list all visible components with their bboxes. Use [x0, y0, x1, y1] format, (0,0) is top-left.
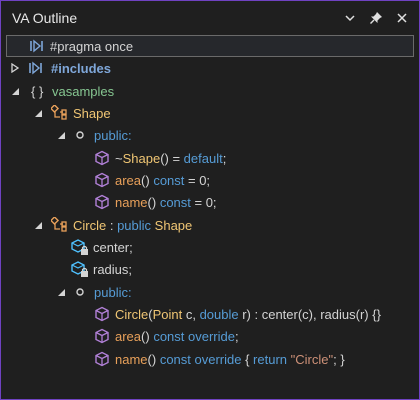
- tree-item-access-public[interactable]: public:: [1, 124, 419, 146]
- tree-item-method-name[interactable]: name() const = 0;: [1, 191, 419, 213]
- class-name: Circle: [73, 217, 107, 233]
- tree-item-method-area[interactable]: area() const override;: [1, 325, 419, 347]
- expand-arrow-icon[interactable]: [10, 63, 20, 73]
- class-icon: [51, 216, 69, 234]
- method-name: Circle: [115, 306, 149, 322]
- method-icon: [93, 327, 111, 345]
- pragma-text: #pragma once: [50, 38, 134, 54]
- keyword: const: [159, 194, 191, 210]
- method-name: area: [115, 172, 142, 188]
- keyword: const override: [159, 351, 242, 367]
- method-end: = 0;: [184, 172, 211, 188]
- includes-text: #includes: [51, 60, 111, 76]
- param-type: Point: [152, 306, 183, 322]
- preprocessor-icon: [29, 37, 47, 55]
- method-icon: [93, 149, 111, 167]
- class-name: Shape: [73, 105, 111, 121]
- inherit-sep: :: [106, 217, 118, 233]
- method-name: Shape: [122, 150, 161, 166]
- method-sig: (): [141, 172, 154, 188]
- method-end: ;: [222, 150, 227, 166]
- collapse-arrow-icon[interactable]: [56, 130, 66, 140]
- tree-item-field-radius[interactable]: radius;: [1, 258, 419, 280]
- keyword: default: [183, 150, 223, 166]
- collapse-arrow-icon[interactable]: [10, 86, 20, 96]
- access-specifier-icon: [71, 126, 89, 144]
- tree-item-method-name[interactable]: name() const override { return "Circle";…: [1, 348, 419, 370]
- method-sig: () =: [160, 150, 184, 166]
- tree-item-access-public[interactable]: public:: [1, 281, 419, 303]
- method-name: area: [115, 328, 142, 344]
- param-rest: r) : center(c), radius(r) {}: [238, 306, 381, 322]
- tree-item-pragma[interactable]: #pragma once: [6, 35, 414, 57]
- tree-item-class-circle[interactable]: Circle : public Shape: [1, 214, 419, 236]
- tree-item-method-constructor[interactable]: Circle(Point c, double r) : center(c), r…: [1, 303, 419, 325]
- close-button[interactable]: [391, 8, 413, 28]
- keyword: const: [153, 172, 185, 188]
- collapse-arrow-icon[interactable]: [33, 220, 43, 230]
- private-field-icon: [71, 238, 89, 256]
- tree-item-class-shape[interactable]: Shape: [1, 102, 419, 124]
- preprocessor-icon: [28, 59, 46, 77]
- tree-item-method-area[interactable]: area() const = 0;: [1, 169, 419, 191]
- va-outline-panel: VA Outline #pragma once #includes {} va…: [0, 0, 420, 400]
- access-label: public:: [94, 284, 132, 300]
- access-label: public:: [94, 127, 132, 143]
- namespace-icon: { }: [31, 83, 44, 99]
- keyword: return: [253, 351, 288, 367]
- method-icon: [93, 193, 111, 211]
- panel-title: VA Outline: [12, 10, 78, 26]
- collapse-arrow-icon[interactable]: [56, 287, 66, 297]
- method-sig: (): [147, 194, 160, 210]
- chevron-down-icon: [345, 15, 355, 22]
- access-specifier-icon: [71, 283, 89, 301]
- dropdown-button[interactable]: [339, 8, 361, 28]
- method-name: name: [115, 194, 148, 210]
- string-literal: "Circle": [290, 351, 334, 367]
- keyword: const override: [153, 328, 235, 344]
- title-bar: VA Outline: [1, 1, 419, 35]
- tree-item-namespace[interactable]: { } vasamples: [1, 80, 419, 102]
- method-end: = 0;: [190, 194, 217, 210]
- tree-item-includes[interactable]: #includes: [1, 57, 419, 79]
- method-end: ; }: [333, 351, 345, 367]
- class-icon: [51, 104, 69, 122]
- method-icon: [93, 305, 111, 323]
- param: c,: [182, 306, 200, 322]
- private-field-icon: [71, 260, 89, 278]
- method-body: {: [241, 351, 254, 367]
- tilde: ~: [115, 150, 123, 166]
- method-sig: (): [147, 351, 160, 367]
- namespace-name: vasamples: [52, 83, 115, 99]
- method-name: name: [115, 351, 148, 367]
- method-sig: (): [141, 328, 154, 344]
- tree-item-field-center[interactable]: center;: [1, 236, 419, 258]
- method-icon: [93, 171, 111, 189]
- close-icon: [397, 13, 407, 23]
- field-name: center;: [93, 239, 133, 255]
- collapse-arrow-icon[interactable]: [33, 108, 43, 118]
- param-type: double: [199, 306, 239, 322]
- method-end: ;: [234, 328, 239, 344]
- field-name: radius;: [93, 261, 133, 277]
- pin-icon: [370, 12, 382, 24]
- pin-button[interactable]: [365, 8, 387, 28]
- base-class-name: Shape: [154, 217, 193, 233]
- tree-item-method-destructor[interactable]: ~Shape() = default;: [1, 147, 419, 169]
- keyword: public: [117, 217, 152, 233]
- method-icon: [93, 350, 111, 368]
